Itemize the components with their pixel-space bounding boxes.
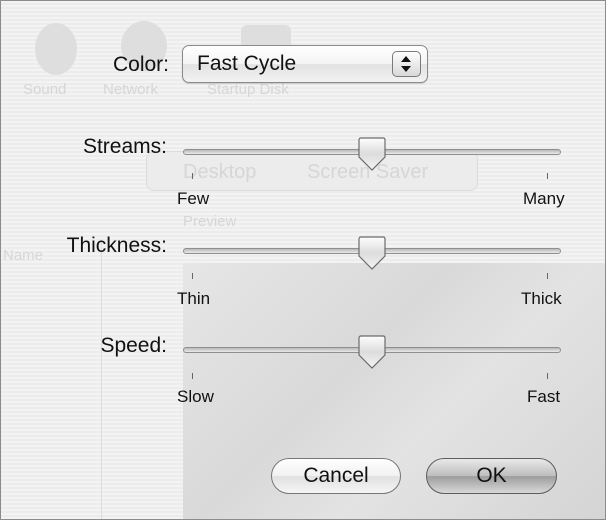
speed-label: Speed:: [100, 334, 167, 357]
color-popup-value: Fast Cycle: [197, 52, 297, 75]
up-down-arrows-icon: [392, 51, 421, 77]
ok-button[interactable]: OK: [426, 458, 557, 494]
cancel-button[interactable]: Cancel: [271, 458, 401, 494]
background-item-sound: Sound: [23, 81, 67, 98]
speed-slider[interactable]: [183, 335, 561, 375]
background-item-startup-disk: Startup Disk: [207, 81, 289, 98]
streams-min-tick: [192, 173, 193, 179]
thickness-max-label: Thick: [521, 289, 562, 308]
background-preview-label: Preview: [183, 213, 237, 230]
speed-thumb[interactable]: [358, 335, 386, 369]
speed-max-tick: [547, 373, 548, 379]
thickness-label: Thickness:: [66, 234, 167, 257]
streams-max-tick: [547, 173, 548, 179]
background-item-network: Network: [103, 81, 159, 98]
streams-max-label: Many: [523, 189, 565, 208]
streams-min-label: Few: [177, 189, 210, 208]
thickness-thumb[interactable]: [358, 236, 386, 270]
streams-slider[interactable]: [183, 137, 561, 177]
thickness-min-tick: [192, 273, 193, 279]
color-popup[interactable]: Fast Cycle: [182, 45, 428, 83]
speed-min-tick: [192, 373, 193, 379]
thickness-min-label: Thin: [177, 289, 211, 308]
thickness-slider[interactable]: [183, 236, 561, 276]
speed-max-label: Fast: [527, 387, 561, 406]
options-sheet: Sound Network Startup Disk Desktop Scree…: [0, 0, 606, 520]
background-divider: [101, 239, 102, 519]
streams-label: Streams:: [82, 135, 167, 158]
speed-min-label: Slow: [177, 387, 214, 406]
thickness-max-tick: [547, 273, 548, 279]
color-label: Color:: [112, 53, 169, 76]
streams-thumb[interactable]: [358, 137, 386, 171]
